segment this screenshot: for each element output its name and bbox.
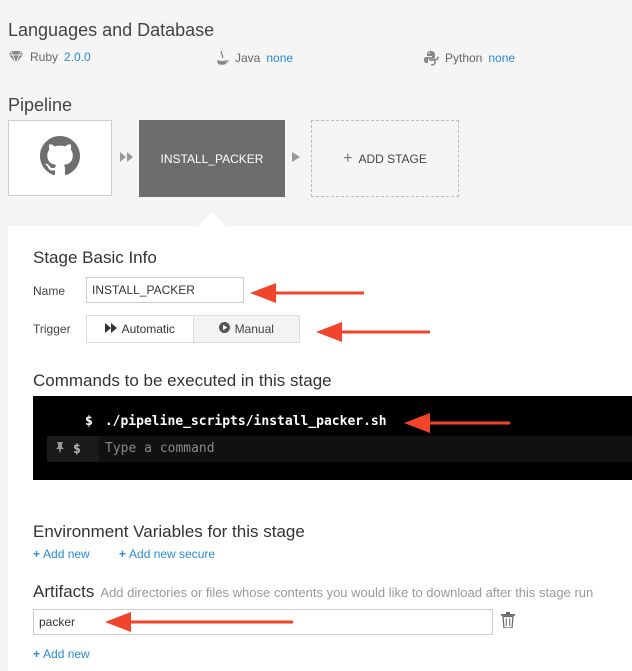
- annotation-arrow-command: [404, 413, 510, 433]
- panel-notch: [198, 212, 226, 226]
- name-label: Name: [33, 284, 66, 298]
- lang-ruby-value[interactable]: 2.0.0: [64, 50, 91, 64]
- java-icon: [215, 50, 229, 66]
- trigger-label: Trigger: [33, 322, 71, 336]
- plus-icon: +: [33, 547, 41, 561]
- add-stage-button[interactable]: + ADD STAGE: [311, 120, 459, 197]
- double-chevron-icon: [120, 150, 134, 166]
- lang-ruby: Ruby 2.0.0: [8, 50, 91, 64]
- github-icon: [40, 135, 80, 181]
- stage-name-input[interactable]: INSTALL_PACKER: [86, 277, 244, 303]
- pin-icon[interactable]: [47, 441, 73, 457]
- pipeline-source[interactable]: [8, 120, 112, 196]
- command-line[interactable]: $ ./pipeline_scripts/install_packer.sh: [85, 414, 387, 429]
- command-input[interactable]: Type a command: [99, 436, 632, 462]
- prompt-symbol: $: [85, 414, 93, 429]
- annotation-arrow-trigger: [316, 322, 430, 342]
- artifacts-header: Artifacts Add directories or files whose …: [33, 582, 593, 602]
- play-circle-icon: [218, 322, 230, 336]
- plus-icon: +: [119, 547, 127, 561]
- annotation-arrow-name: [250, 283, 364, 303]
- python-icon: [423, 50, 439, 66]
- trash-icon[interactable]: [501, 612, 515, 633]
- env-title: Environment Variables for this stage: [33, 522, 305, 541]
- languages-title: Languages and Database: [8, 20, 215, 40]
- add-secure-env-button[interactable]: + Add new secure: [119, 547, 215, 561]
- add-artifact-button[interactable]: + Add new: [33, 647, 90, 661]
- lang-python: Python none: [423, 50, 515, 66]
- trigger-toggle: Automatic Manual: [86, 315, 300, 343]
- lang-ruby-name: Ruby: [30, 50, 59, 64]
- add-artifact-label: Add new: [43, 647, 90, 661]
- artifacts-title: Artifacts: [33, 582, 95, 601]
- pipeline-title: Pipeline: [8, 95, 73, 115]
- lang-python-name: Python: [445, 51, 483, 65]
- ruby-icon: [8, 50, 24, 64]
- trigger-automatic-button[interactable]: Automatic: [87, 316, 194, 342]
- add-stage-label: ADD STAGE: [358, 151, 427, 166]
- annotation-arrow-artifact: [105, 612, 293, 632]
- trigger-manual-button[interactable]: Manual: [193, 316, 299, 342]
- commands-title: Commands to be executed in this stage: [33, 371, 332, 390]
- trigger-manual-label: Manual: [234, 322, 274, 336]
- command-text: ./pipeline_scripts/install_packer.sh: [104, 414, 387, 429]
- lang-python-value[interactable]: none: [488, 51, 515, 65]
- add-secure-env-label: Add new secure: [129, 547, 216, 561]
- add-env-button[interactable]: + Add new: [33, 547, 90, 561]
- lang-java-value[interactable]: none: [266, 51, 293, 65]
- add-env-label: Add new: [43, 547, 90, 561]
- command-input-row: $ Type a command: [47, 436, 632, 462]
- artifacts-hint: Add directories or files whose contents …: [100, 585, 594, 600]
- lang-java: Java none: [215, 50, 293, 66]
- fast-forward-icon: [104, 322, 117, 336]
- lang-java-name: Java: [235, 51, 261, 65]
- stage-info-title: Stage Basic Info: [33, 248, 157, 267]
- chevron-right-icon: [292, 150, 302, 166]
- plus-icon: +: [343, 149, 353, 167]
- command-terminal: $ ./pipeline_scripts/install_packer.sh $ …: [33, 396, 632, 480]
- languages-row: Ruby 2.0.0 Java none Python none: [8, 50, 628, 68]
- stage-install-packer[interactable]: INSTALL_PACKER: [139, 120, 285, 197]
- plus-icon: +: [33, 647, 41, 661]
- trigger-automatic-label: Automatic: [121, 322, 175, 336]
- input-prompt-symbol: $: [73, 441, 81, 457]
